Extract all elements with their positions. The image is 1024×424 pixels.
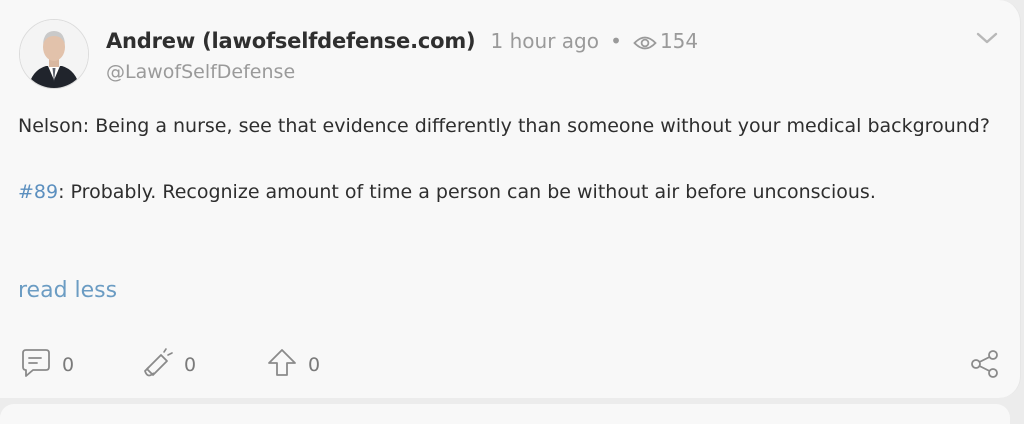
megaphone-icon xyxy=(142,347,174,383)
comment-icon xyxy=(20,347,52,383)
post-paragraph: #89: Probably. Recognize amount of time … xyxy=(18,176,998,209)
next-post-card xyxy=(0,404,1010,424)
post-body: Nelson: Being a nurse, see that evidence… xyxy=(18,110,998,209)
comment-button[interactable]: 0 xyxy=(20,347,74,383)
post-paragraph: Nelson: Being a nurse, see that evidence… xyxy=(18,115,990,137)
author-handle[interactable]: @LawofSelfDefense xyxy=(106,61,295,83)
post-card: Andrew (lawofselfdefense.com) 1 hour ago… xyxy=(0,0,1021,398)
eye-icon xyxy=(633,34,657,56)
upvote-button[interactable]: 0 xyxy=(266,347,320,383)
post-header: Andrew (lawofselfdefense.com) 1 hour ago… xyxy=(106,29,698,56)
avatar[interactable] xyxy=(19,19,89,89)
view-count: 154 xyxy=(659,29,699,53)
post-paragraph-text: : Probably. Recognize amount of time a p… xyxy=(58,181,876,203)
boost-count: 0 xyxy=(184,354,197,376)
share-icon[interactable] xyxy=(970,349,1000,383)
read-less-link[interactable]: read less xyxy=(18,278,117,303)
meta-separator: • xyxy=(610,29,622,53)
hashtag-link[interactable]: #89 xyxy=(18,181,58,203)
author-name[interactable]: Andrew (lawofselfdefense.com) xyxy=(106,29,476,53)
post-timestamp: 1 hour ago xyxy=(490,29,599,53)
boost-button[interactable]: 0 xyxy=(142,347,196,383)
upvote-icon xyxy=(266,347,298,383)
comment-count: 0 xyxy=(62,354,75,376)
chevron-down-icon[interactable] xyxy=(975,30,999,50)
upvote-count: 0 xyxy=(308,354,321,376)
